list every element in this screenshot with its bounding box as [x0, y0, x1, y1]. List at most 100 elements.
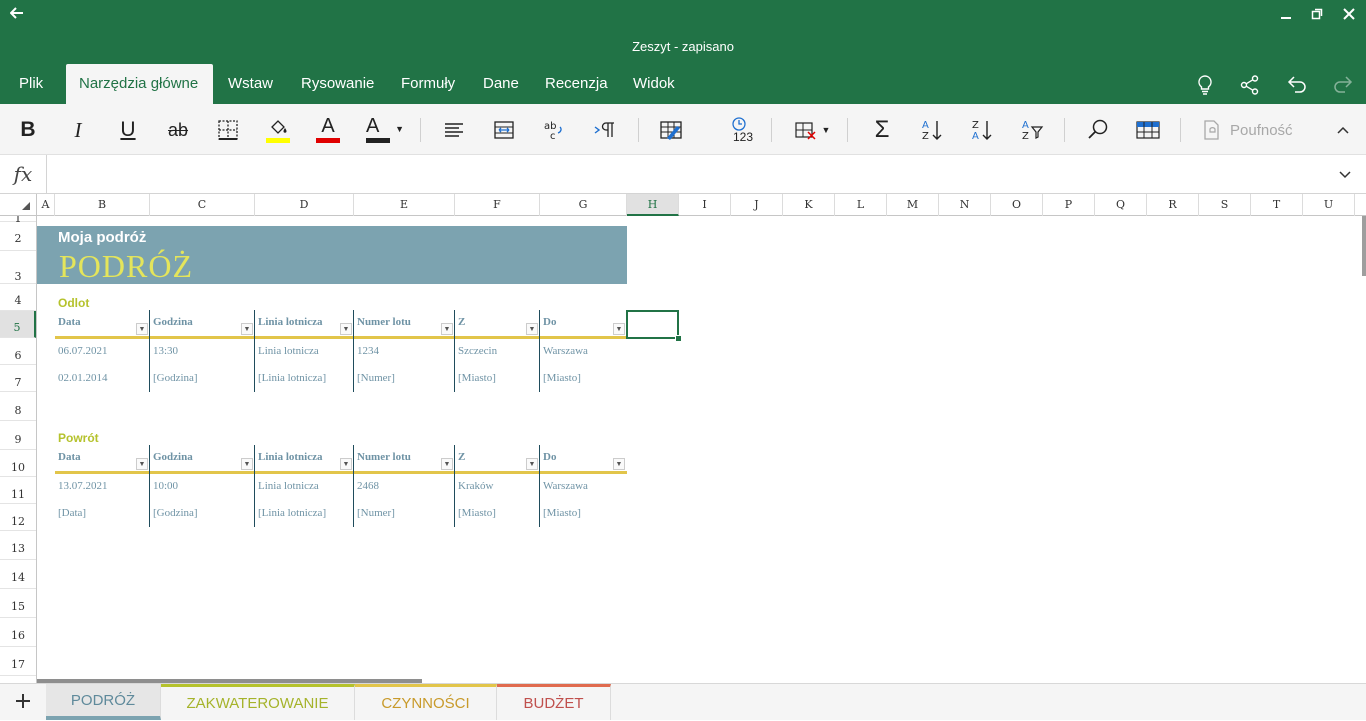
table-cell[interactable]: 13:30	[150, 338, 255, 365]
tab-plik[interactable]: Plik	[6, 64, 56, 104]
tab-widok[interactable]: Widok	[620, 64, 688, 104]
table-cell[interactable]: [Godzina]	[150, 500, 255, 527]
filter-dropdown-icon[interactable]: ▼	[241, 458, 253, 470]
redo-icon[interactable]	[1332, 74, 1354, 96]
selected-cell[interactable]	[626, 310, 682, 342]
tab-wstaw[interactable]: Wstaw	[215, 64, 286, 104]
italic-button[interactable]: I	[62, 112, 94, 148]
table-cell[interactable]: [Miasto]	[540, 500, 627, 527]
borders-button[interactable]	[212, 112, 244, 148]
column-header-c[interactable]: C	[150, 194, 255, 216]
table-cell[interactable]: 13.07.2021	[55, 473, 150, 500]
worksheet-grid[interactable]: Moja podróż PODRÓŻ Odlot Data ▼ Godzina ▼ …	[37, 216, 1366, 683]
filter-dropdown-icon[interactable]: ▼	[136, 458, 148, 470]
filter-dropdown-icon[interactable]: ▼	[340, 323, 352, 335]
filter-dropdown-icon[interactable]: ▼	[241, 323, 253, 335]
row-header-4[interactable]: 4	[0, 284, 36, 311]
column-header-s[interactable]: S	[1199, 194, 1251, 216]
column-header-l[interactable]: L	[835, 194, 887, 216]
sort-descending-button[interactable]: ZA	[966, 112, 998, 148]
expand-formula-button[interactable]	[1338, 167, 1352, 185]
align-button[interactable]	[438, 112, 470, 148]
column-header-o[interactable]: O	[991, 194, 1043, 216]
tab-dane[interactable]: Dane	[470, 64, 532, 104]
sensitivity-button[interactable]: Poufność	[1200, 112, 1310, 148]
table-cell[interactable]: [Linia lotnicza]	[255, 500, 354, 527]
table-cell[interactable]: [Numer]	[354, 365, 455, 392]
column-header-p[interactable]: P	[1043, 194, 1095, 216]
row-header-17[interactable]: 17	[0, 647, 36, 676]
table-cell[interactable]: Szczecin	[455, 338, 540, 365]
tab-rysowanie[interactable]: Rysowanie	[288, 64, 387, 104]
row-header-11[interactable]: 11	[0, 477, 36, 504]
sheet-tab-budzet[interactable]: BUDŻET	[497, 684, 611, 720]
column-header-r[interactable]: R	[1147, 194, 1199, 216]
table-cell[interactable]: [Numer]	[354, 500, 455, 527]
column-header-h[interactable]: H	[627, 194, 679, 216]
wrap-text-button[interactable]	[488, 112, 520, 148]
sheet-tab-podroz[interactable]: PODRÓŻ	[46, 684, 161, 720]
tab-narzedzia-glowne[interactable]: Narzędzia główne	[66, 64, 213, 104]
filter-button[interactable]: AZ	[1016, 112, 1048, 148]
add-sheet-button[interactable]	[0, 684, 46, 720]
table-cell[interactable]: [Data]	[55, 500, 150, 527]
row-header-2[interactable]: 2	[0, 222, 36, 251]
column-header-i[interactable]: I	[679, 194, 731, 216]
table-cell[interactable]: 02.01.2014	[55, 365, 150, 392]
table-cell[interactable]: 06.07.2021	[55, 338, 150, 365]
undo-icon[interactable]	[1286, 74, 1308, 96]
bold-button[interactable]: B	[12, 112, 44, 148]
lightbulb-icon[interactable]	[1194, 74, 1216, 96]
row-header-8[interactable]: 8	[0, 392, 36, 421]
column-header-u[interactable]: U	[1303, 194, 1355, 216]
row-header-9[interactable]: 9	[0, 421, 36, 450]
row-header-14[interactable]: 14	[0, 560, 36, 589]
filter-dropdown-icon[interactable]: ▼	[613, 323, 625, 335]
filter-dropdown-icon[interactable]: ▼	[441, 323, 453, 335]
table-cell[interactable]: [Miasto]	[455, 365, 540, 392]
column-header-b[interactable]: B	[55, 194, 150, 216]
filter-dropdown-icon[interactable]: ▼	[136, 323, 148, 335]
font-color-picker-button[interactable]: A ▼	[362, 112, 406, 148]
font-color-button[interactable]: A	[312, 112, 344, 148]
column-header-k[interactable]: K	[783, 194, 835, 216]
back-icon[interactable]	[6, 5, 28, 27]
minimize-icon[interactable]	[1275, 6, 1297, 26]
table-cell[interactable]: Kraków	[455, 473, 540, 500]
filter-dropdown-icon[interactable]: ▼	[526, 323, 538, 335]
fx-icon[interactable]: fx	[0, 155, 47, 193]
table-cell[interactable]: [Miasto]	[540, 365, 627, 392]
number-format-button[interactable]: 123	[722, 112, 756, 148]
table-cell[interactable]: 1234	[354, 338, 455, 365]
column-header-q[interactable]: Q	[1095, 194, 1147, 216]
insert-delete-cells-button[interactable]: ▼	[790, 112, 834, 148]
column-header-n[interactable]: N	[939, 194, 991, 216]
underline-button[interactable]: U	[112, 112, 144, 148]
tab-formuly[interactable]: Formuły	[388, 64, 468, 104]
row-header-15[interactable]: 15	[0, 589, 36, 618]
find-button[interactable]	[1082, 112, 1114, 148]
column-header-g[interactable]: G	[540, 194, 627, 216]
row-header-16[interactable]: 16	[0, 618, 36, 647]
table-cell[interactable]: [Linia lotnicza]	[255, 365, 354, 392]
sheet-tab-zakwaterowanie[interactable]: ZAKWATEROWANIE	[161, 684, 355, 720]
filter-dropdown-icon[interactable]: ▼	[526, 458, 538, 470]
row-header-3[interactable]: 3	[0, 251, 36, 284]
fill-handle[interactable]	[675, 335, 682, 342]
format-as-table-button[interactable]	[655, 112, 687, 148]
filter-dropdown-icon[interactable]: ▼	[340, 458, 352, 470]
strikethrough-button[interactable]: ab	[162, 112, 194, 148]
table-cell[interactable]: Linia lotnicza	[255, 473, 354, 500]
fill-color-button[interactable]	[262, 112, 294, 148]
vertical-scrollbar[interactable]	[1362, 216, 1366, 276]
close-icon[interactable]	[1338, 6, 1360, 26]
text-direction-button[interactable]	[588, 112, 620, 148]
column-header-f[interactable]: F	[455, 194, 540, 216]
freeze-panes-button[interactable]	[1132, 112, 1164, 148]
table-cell[interactable]: 10:00	[150, 473, 255, 500]
column-header-m[interactable]: M	[887, 194, 939, 216]
filter-dropdown-icon[interactable]: ▼	[613, 458, 625, 470]
autosum-button[interactable]: Σ	[866, 112, 898, 148]
row-header-5[interactable]: 5	[0, 311, 36, 338]
tab-recenzja[interactable]: Recenzja	[532, 64, 621, 104]
